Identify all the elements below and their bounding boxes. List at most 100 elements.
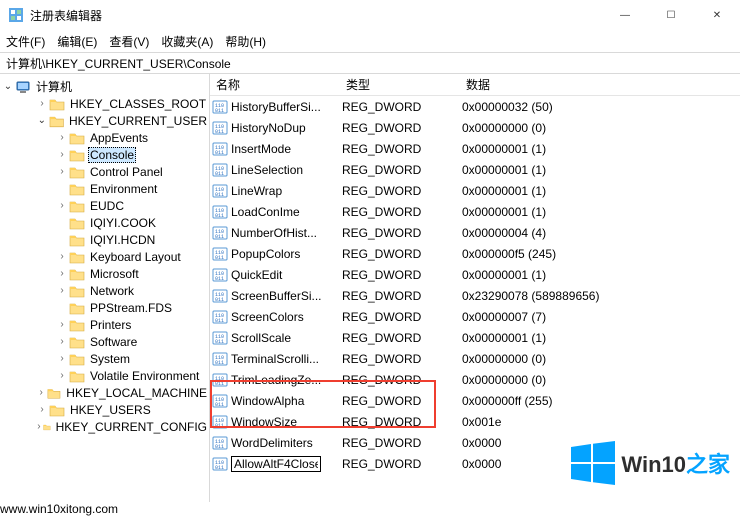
tree-item[interactable]: › Network (0, 282, 209, 299)
tree-item-label: Network (88, 284, 136, 298)
list-row[interactable]: LineWrapREG_DWORD0x00000001 (1) (210, 180, 740, 201)
tree-item[interactable]: › AppEvents (0, 129, 209, 146)
tree-item[interactable]: IQIYI.COOK (0, 214, 209, 231)
value-name: WordDelimiters (231, 436, 313, 450)
list-row[interactable]: WindowSizeREG_DWORD0x001e (210, 411, 740, 432)
list-row[interactable]: ScreenBufferSi... REG_DWORD0x23290078 (58… (210, 285, 740, 306)
tree-item[interactable]: PPStream.FDS (0, 299, 209, 316)
caret-closed-icon[interactable]: › (56, 166, 68, 177)
caret-closed-icon[interactable]: › (56, 319, 68, 330)
tree-item[interactable]: ›EUDC (0, 197, 209, 214)
window-title: 注册表编辑器 (30, 7, 102, 24)
caret-closed-icon[interactable]: › (56, 268, 68, 279)
value-type: REG_DWORD (340, 142, 460, 156)
caret-closed-icon[interactable]: › (56, 251, 68, 262)
list-row[interactable]: WindowAlphaREG_DWORD0x000000ff (255) (210, 390, 740, 411)
caret-closed-icon[interactable]: › (56, 370, 68, 381)
value-type: REG_DWORD (340, 289, 460, 303)
caret-closed-icon[interactable]: › (56, 132, 68, 143)
value-name: ScreenBufferSi... (231, 289, 322, 303)
list-row[interactable]: InsertModeREG_DWORD0x00000001 (1) (210, 138, 740, 159)
value-name: HistoryBufferSi... (231, 100, 321, 114)
tree-item[interactable]: IQIYI.HCDN (0, 231, 209, 248)
caret-closed-icon[interactable]: › (36, 404, 48, 415)
value-data: 0x00000001 (1) (460, 142, 740, 156)
caret-closed-icon[interactable]: › (56, 353, 68, 364)
menu-favorites[interactable]: 收藏夹(A) (161, 33, 213, 50)
tree-item[interactable]: ›HKEY_CURRENT_CONFIG (0, 418, 209, 435)
tree-item[interactable]: ›HKEY_LOCAL_MACHINE (0, 384, 209, 401)
value-name: LoadConIme (231, 205, 300, 219)
caret-closed-icon[interactable]: › (56, 285, 68, 296)
tree-item[interactable]: › Printers (0, 316, 209, 333)
caret-closed-icon[interactable]: › (36, 387, 46, 398)
tree-item-label: PPStream.FDS (88, 301, 174, 315)
list-row[interactable]: HistoryNoDupREG_DWORD0x00000000 (0) (210, 117, 740, 138)
menu-edit[interactable]: 编辑(E) (57, 33, 97, 50)
caret-closed-icon[interactable]: › (36, 98, 48, 109)
tree-item[interactable]: › Software (0, 333, 209, 350)
caret-closed-icon[interactable]: › (56, 149, 68, 160)
tree-item[interactable]: ›Control Panel (0, 163, 209, 180)
tree-item[interactable]: ›HKEY_CLASSES_ROOT (0, 95, 209, 112)
menu-view[interactable]: 查看(V) (109, 33, 149, 50)
value-data: 0x00000000 (0) (460, 352, 740, 366)
minimize-button[interactable]: — (602, 0, 648, 30)
tree-item-label: Environment (88, 182, 159, 196)
value-name: ScrollScale (231, 331, 291, 345)
caret-open-icon[interactable]: ⌄ (36, 115, 48, 126)
list-row[interactable]: ScreenColorsREG_DWORD0x00000007 (7) (210, 306, 740, 327)
column-name[interactable]: 名称 (210, 76, 340, 93)
tree-item[interactable]: › System (0, 350, 209, 367)
value-name: PopupColors (231, 247, 300, 261)
list-row[interactable]: LineSelectionREG_DWORD0x00000001 (1) (210, 159, 740, 180)
value-data: 0x00000000 (0) (460, 121, 740, 135)
list-row[interactable]: NumberOfHist...REG_DWORD0x00000004 (4) (210, 222, 740, 243)
close-button[interactable]: ✕ (694, 0, 740, 30)
caret-icon[interactable]: ⌄ (2, 81, 14, 92)
tree-root-label[interactable]: 计算机 (34, 78, 74, 95)
column-type[interactable]: 类型 (340, 76, 460, 93)
tree-item-label: System (88, 352, 132, 366)
value-data: 0x00000032 (50) (460, 100, 740, 114)
folder-icon (69, 301, 85, 315)
value-type: REG_DWORD (340, 247, 460, 261)
value-data: 0x23290078 (589889656) (460, 289, 740, 303)
list-row[interactable]: LoadConImeREG_DWORD0x00000001 (1) (210, 201, 740, 222)
computer-icon (15, 80, 31, 94)
list-row[interactable]: QuickEditREG_DWORD0x00000001 (1) (210, 264, 740, 285)
tree-item-label: Printers (88, 318, 133, 332)
list-pane[interactable]: 名称 类型 数据 HistoryBufferSi...REG_DWORD0x00… (210, 74, 740, 502)
value-name: NumberOfHist... (231, 226, 317, 240)
tree-item-label: AppEvents (88, 131, 150, 145)
value-name: QuickEdit (231, 268, 282, 282)
tree-pane[interactable]: ⌄ 计算机›HKEY_CLASSES_ROOT⌄HKEY_CURRENT_USER… (0, 74, 210, 502)
value-name: LineSelection (231, 163, 303, 177)
list-row[interactable]: TerminalScrolli...REG_DWORD0x00000000 (0… (210, 348, 740, 369)
value-name-edit[interactable] (231, 456, 321, 472)
list-row[interactable]: TrimLeadingZe...REG_DWORD0x00000000 (0) (210, 369, 740, 390)
value-name: TerminalScrolli... (231, 352, 319, 366)
tree-item[interactable]: ›Microsoft (0, 265, 209, 282)
value-name: WindowAlpha (231, 394, 304, 408)
caret-closed-icon[interactable]: › (36, 421, 42, 432)
maximize-button[interactable]: ☐ (648, 0, 694, 30)
list-row[interactable]: PopupColorsREG_DWORD0x000000f5 (245) (210, 243, 740, 264)
menu-help[interactable]: 帮助(H) (225, 33, 266, 50)
tree-item[interactable]: ›Volatile Environment (0, 367, 209, 384)
menu-file[interactable]: 文件(F) (6, 33, 45, 50)
tree-item[interactable]: ⌄HKEY_CURRENT_USER (0, 112, 209, 129)
tree-item[interactable]: ›Keyboard Layout (0, 248, 209, 265)
tree-item[interactable]: ›Console (0, 146, 209, 163)
dword-icon (212, 162, 228, 178)
folder-icon (69, 318, 85, 332)
addressbar[interactable]: 计算机\HKEY_CURRENT_USER\Console (0, 52, 740, 74)
tree-item-label: Software (88, 335, 139, 349)
column-data[interactable]: 数据 (460, 76, 740, 93)
tree-item[interactable]: Environment (0, 180, 209, 197)
caret-closed-icon[interactable]: › (56, 200, 68, 211)
tree-item[interactable]: ›HKEY_USERS (0, 401, 209, 418)
caret-closed-icon[interactable]: › (56, 336, 68, 347)
list-row[interactable]: ScrollScaleREG_DWORD0x00000001 (1) (210, 327, 740, 348)
list-row[interactable]: HistoryBufferSi...REG_DWORD0x00000032 (5… (210, 96, 740, 117)
